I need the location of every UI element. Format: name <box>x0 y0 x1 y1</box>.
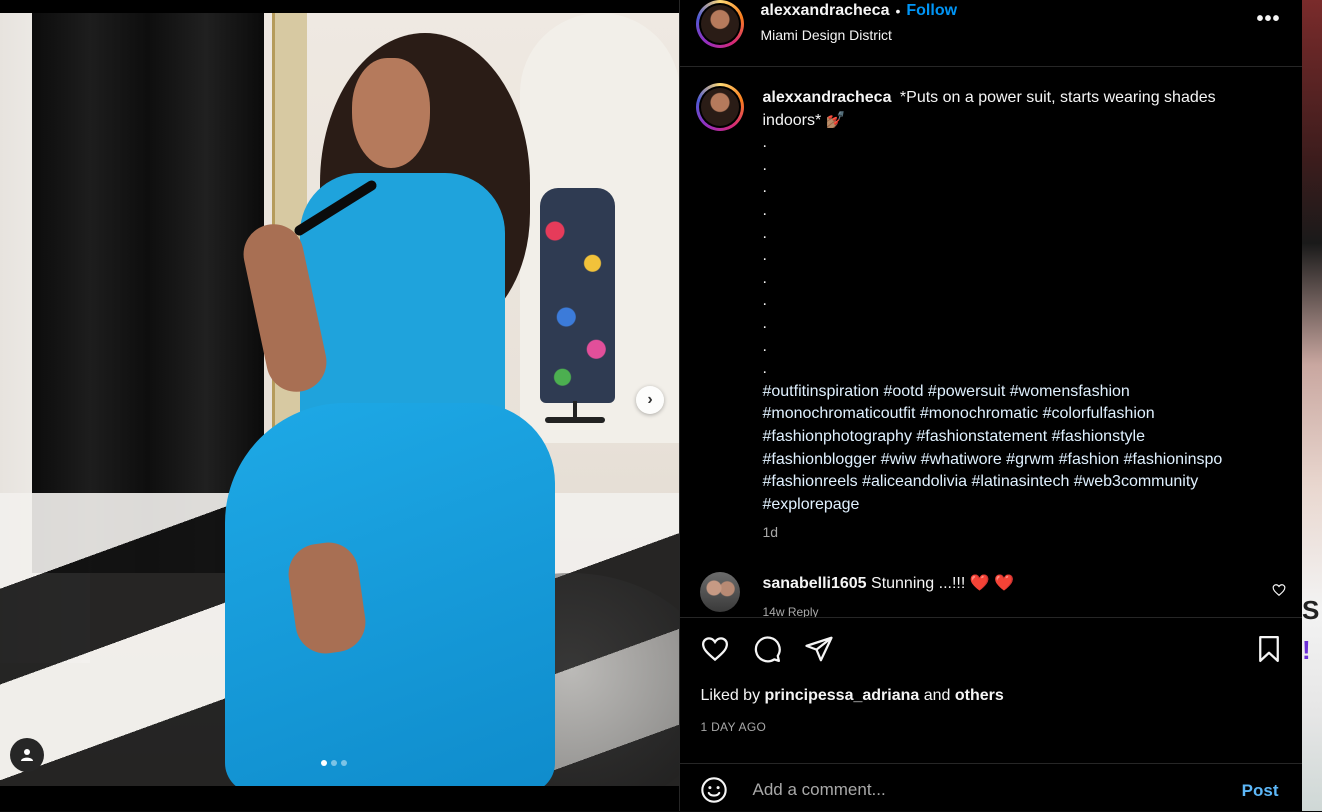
post-date[interactable]: 1 DAY AGO <box>700 720 766 734</box>
like-heart-icon[interactable] <box>700 634 730 664</box>
background-text-bang: ! <box>1302 635 1311 665</box>
post-header: alexxandracheca • Follow Miami Design Di… <box>680 0 1303 67</box>
author-username[interactable]: alexxandracheca <box>760 2 889 20</box>
follow-button[interactable]: Follow <box>906 2 957 20</box>
carousel-dot <box>331 760 337 766</box>
post-actions: Liked by principessa_adriana and others … <box>680 617 1303 786</box>
carousel-next-button[interactable]: › <box>636 386 664 414</box>
liked-by-user[interactable]: principessa_adriana <box>765 687 920 704</box>
comment-text: Stunning ...!!! ❤️ ❤️ <box>871 575 1015 592</box>
header-separator: • <box>895 3 901 19</box>
comment-like-heart-icon[interactable] <box>1272 583 1286 597</box>
commenter-username[interactable]: sanabelli1605 <box>762 575 866 592</box>
author-avatar[interactable] <box>696 0 745 48</box>
background-page-strip: S ! <box>1302 0 1322 811</box>
comment-bubble-icon[interactable] <box>752 634 782 664</box>
background-text-s: S <box>1302 595 1320 625</box>
add-comment-bar: Post <box>680 763 1303 812</box>
liked-by-others[interactable]: others <box>955 687 1004 704</box>
comment-meta: 14w Reply <box>762 605 819 617</box>
liked-by-and: and <box>923 687 951 704</box>
comment-input[interactable] <box>750 774 1235 806</box>
photo-dress-base <box>545 417 605 423</box>
user-icon <box>21 749 33 761</box>
caption-dots: . . . . . . . . . . . <box>762 134 767 378</box>
carousel-dots <box>321 760 347 766</box>
liked-by-prefix: Liked by <box>700 687 761 704</box>
caption-time: 1d <box>762 524 779 540</box>
caption: alexxandracheca *Puts on a power suit, s… <box>762 87 1262 516</box>
post-comment-button[interactable]: Post <box>1236 780 1285 802</box>
post-photo[interactable] <box>0 13 680 786</box>
commenter-avatar[interactable] <box>700 572 741 612</box>
comment-item: sanabelli1605 Stunning ...!!! ❤️ ❤️ 14w … <box>680 567 1302 617</box>
carousel-dot <box>321 760 327 766</box>
caption-author-avatar[interactable] <box>696 83 745 131</box>
tagged-users-button[interactable] <box>10 738 44 772</box>
photo-person-pants <box>225 403 555 786</box>
carousel-dot <box>341 760 347 766</box>
comments-section[interactable]: alexxandracheca *Puts on a power suit, s… <box>680 67 1302 617</box>
photo-person-face <box>352 58 430 168</box>
more-options-button[interactable]: ••• <box>1256 8 1280 31</box>
save-bookmark-icon[interactable] <box>1254 634 1284 664</box>
post-media: › <box>0 0 680 811</box>
caption-username[interactable]: alexxandracheca <box>762 89 891 106</box>
liked-by: Liked by principessa_adriana and others <box>700 687 1003 705</box>
post-details-panel: alexxandracheca • Follow Miami Design Di… <box>679 0 1303 812</box>
post-modal: › alexxandracheca • Follow Miami Design … <box>0 0 1303 812</box>
caption-hashtags[interactable]: #outfitinspiration #ootd #powersuit #wom… <box>762 381 1262 517</box>
share-paper-plane-icon[interactable] <box>804 634 834 664</box>
photo-floral-dress <box>540 188 615 403</box>
post-location[interactable]: Miami Design District <box>760 27 891 43</box>
emoji-icon[interactable] <box>700 776 728 804</box>
